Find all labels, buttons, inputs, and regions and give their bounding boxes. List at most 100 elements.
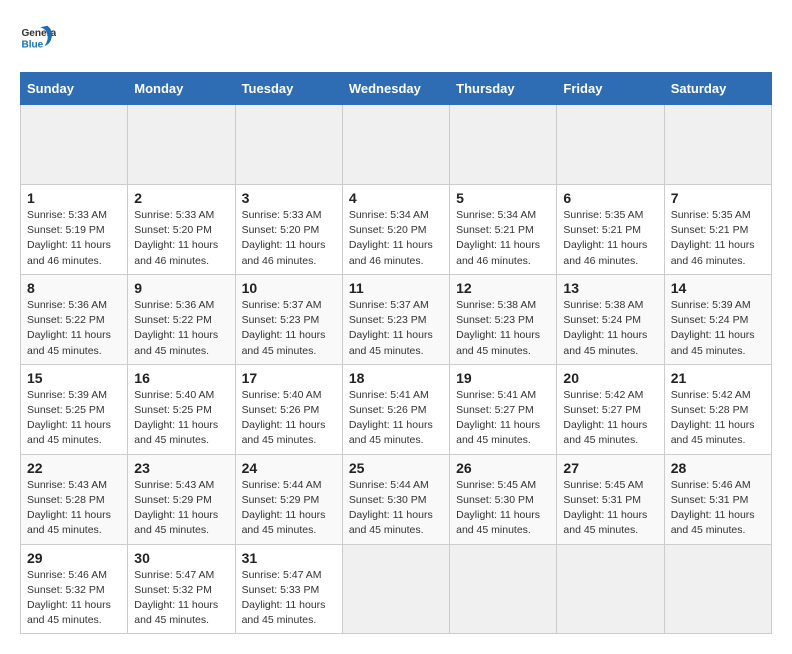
calendar-cell: 22 Sunrise: 5:43 AM Sunset: 5:28 PM Dayl… xyxy=(21,454,128,544)
calendar-cell xyxy=(235,105,342,185)
header-thursday: Thursday xyxy=(450,73,557,105)
header-tuesday: Tuesday xyxy=(235,73,342,105)
calendar-cell xyxy=(557,544,664,634)
svg-text:Blue: Blue xyxy=(21,39,43,50)
day-info: Sunrise: 5:41 AM Sunset: 5:27 PM Dayligh… xyxy=(456,388,550,449)
calendar-cell: 20 Sunrise: 5:42 AM Sunset: 5:27 PM Dayl… xyxy=(557,364,664,454)
day-number: 18 xyxy=(349,370,443,386)
calendar-cell: 8 Sunrise: 5:36 AM Sunset: 5:22 PM Dayli… xyxy=(21,274,128,364)
calendar-week-1 xyxy=(21,105,772,185)
day-info: Sunrise: 5:44 AM Sunset: 5:29 PM Dayligh… xyxy=(242,478,336,539)
day-number: 27 xyxy=(563,460,657,476)
calendar-cell: 23 Sunrise: 5:43 AM Sunset: 5:29 PM Dayl… xyxy=(128,454,235,544)
day-info: Sunrise: 5:34 AM Sunset: 5:20 PM Dayligh… xyxy=(349,208,443,269)
header-saturday: Saturday xyxy=(664,73,771,105)
day-info: Sunrise: 5:40 AM Sunset: 5:25 PM Dayligh… xyxy=(134,388,228,449)
calendar-cell: 24 Sunrise: 5:44 AM Sunset: 5:29 PM Dayl… xyxy=(235,454,342,544)
header-wednesday: Wednesday xyxy=(342,73,449,105)
calendar-cell: 4 Sunrise: 5:34 AM Sunset: 5:20 PM Dayli… xyxy=(342,185,449,275)
calendar-table: SundayMondayTuesdayWednesdayThursdayFrid… xyxy=(20,72,772,634)
calendar-cell: 19 Sunrise: 5:41 AM Sunset: 5:27 PM Dayl… xyxy=(450,364,557,454)
calendar-cell xyxy=(342,544,449,634)
calendar-cell: 12 Sunrise: 5:38 AM Sunset: 5:23 PM Dayl… xyxy=(450,274,557,364)
day-info: Sunrise: 5:36 AM Sunset: 5:22 PM Dayligh… xyxy=(134,298,228,359)
calendar-cell xyxy=(450,544,557,634)
day-info: Sunrise: 5:42 AM Sunset: 5:28 PM Dayligh… xyxy=(671,388,765,449)
calendar-week-6: 29 Sunrise: 5:46 AM Sunset: 5:32 PM Dayl… xyxy=(21,544,772,634)
day-info: Sunrise: 5:39 AM Sunset: 5:24 PM Dayligh… xyxy=(671,298,765,359)
day-info: Sunrise: 5:39 AM Sunset: 5:25 PM Dayligh… xyxy=(27,388,121,449)
day-info: Sunrise: 5:35 AM Sunset: 5:21 PM Dayligh… xyxy=(563,208,657,269)
header-friday: Friday xyxy=(557,73,664,105)
page-header: General Blue xyxy=(20,20,772,56)
day-number: 22 xyxy=(27,460,121,476)
day-number: 3 xyxy=(242,190,336,206)
header-monday: Monday xyxy=(128,73,235,105)
calendar-cell: 5 Sunrise: 5:34 AM Sunset: 5:21 PM Dayli… xyxy=(450,185,557,275)
calendar-cell xyxy=(664,105,771,185)
day-info: Sunrise: 5:45 AM Sunset: 5:30 PM Dayligh… xyxy=(456,478,550,539)
calendar-cell: 10 Sunrise: 5:37 AM Sunset: 5:23 PM Dayl… xyxy=(235,274,342,364)
day-number: 20 xyxy=(563,370,657,386)
day-info: Sunrise: 5:34 AM Sunset: 5:21 PM Dayligh… xyxy=(456,208,550,269)
day-number: 1 xyxy=(27,190,121,206)
calendar-cell xyxy=(557,105,664,185)
day-number: 7 xyxy=(671,190,765,206)
day-number: 10 xyxy=(242,280,336,296)
day-number: 17 xyxy=(242,370,336,386)
calendar-cell: 3 Sunrise: 5:33 AM Sunset: 5:20 PM Dayli… xyxy=(235,185,342,275)
calendar-cell: 25 Sunrise: 5:44 AM Sunset: 5:30 PM Dayl… xyxy=(342,454,449,544)
calendar-cell xyxy=(128,105,235,185)
calendar-cell: 6 Sunrise: 5:35 AM Sunset: 5:21 PM Dayli… xyxy=(557,185,664,275)
day-info: Sunrise: 5:38 AM Sunset: 5:23 PM Dayligh… xyxy=(456,298,550,359)
calendar-cell: 2 Sunrise: 5:33 AM Sunset: 5:20 PM Dayli… xyxy=(128,185,235,275)
calendar-cell xyxy=(450,105,557,185)
logo: General Blue xyxy=(20,20,56,56)
day-number: 16 xyxy=(134,370,228,386)
calendar-cell: 30 Sunrise: 5:47 AM Sunset: 5:32 PM Dayl… xyxy=(128,544,235,634)
calendar-cell: 9 Sunrise: 5:36 AM Sunset: 5:22 PM Dayli… xyxy=(128,274,235,364)
calendar-cell: 26 Sunrise: 5:45 AM Sunset: 5:30 PM Dayl… xyxy=(450,454,557,544)
day-info: Sunrise: 5:41 AM Sunset: 5:26 PM Dayligh… xyxy=(349,388,443,449)
day-number: 24 xyxy=(242,460,336,476)
calendar-cell: 7 Sunrise: 5:35 AM Sunset: 5:21 PM Dayli… xyxy=(664,185,771,275)
day-info: Sunrise: 5:36 AM Sunset: 5:22 PM Dayligh… xyxy=(27,298,121,359)
day-number: 12 xyxy=(456,280,550,296)
day-info: Sunrise: 5:44 AM Sunset: 5:30 PM Dayligh… xyxy=(349,478,443,539)
day-number: 21 xyxy=(671,370,765,386)
calendar-cell: 28 Sunrise: 5:46 AM Sunset: 5:31 PM Dayl… xyxy=(664,454,771,544)
day-info: Sunrise: 5:33 AM Sunset: 5:20 PM Dayligh… xyxy=(134,208,228,269)
day-number: 13 xyxy=(563,280,657,296)
day-info: Sunrise: 5:42 AM Sunset: 5:27 PM Dayligh… xyxy=(563,388,657,449)
day-number: 26 xyxy=(456,460,550,476)
day-number: 14 xyxy=(671,280,765,296)
calendar-cell: 13 Sunrise: 5:38 AM Sunset: 5:24 PM Dayl… xyxy=(557,274,664,364)
calendar-cell: 1 Sunrise: 5:33 AM Sunset: 5:19 PM Dayli… xyxy=(21,185,128,275)
day-info: Sunrise: 5:33 AM Sunset: 5:20 PM Dayligh… xyxy=(242,208,336,269)
day-info: Sunrise: 5:46 AM Sunset: 5:32 PM Dayligh… xyxy=(27,568,121,629)
day-info: Sunrise: 5:40 AM Sunset: 5:26 PM Dayligh… xyxy=(242,388,336,449)
calendar-cell: 18 Sunrise: 5:41 AM Sunset: 5:26 PM Dayl… xyxy=(342,364,449,454)
calendar-cell xyxy=(21,105,128,185)
day-number: 23 xyxy=(134,460,228,476)
day-info: Sunrise: 5:35 AM Sunset: 5:21 PM Dayligh… xyxy=(671,208,765,269)
day-info: Sunrise: 5:45 AM Sunset: 5:31 PM Dayligh… xyxy=(563,478,657,539)
day-number: 9 xyxy=(134,280,228,296)
calendar-header-row: SundayMondayTuesdayWednesdayThursdayFrid… xyxy=(21,73,772,105)
day-number: 5 xyxy=(456,190,550,206)
day-number: 25 xyxy=(349,460,443,476)
day-info: Sunrise: 5:43 AM Sunset: 5:28 PM Dayligh… xyxy=(27,478,121,539)
day-number: 31 xyxy=(242,550,336,566)
day-info: Sunrise: 5:46 AM Sunset: 5:31 PM Dayligh… xyxy=(671,478,765,539)
day-info: Sunrise: 5:38 AM Sunset: 5:24 PM Dayligh… xyxy=(563,298,657,359)
calendar-week-2: 1 Sunrise: 5:33 AM Sunset: 5:19 PM Dayli… xyxy=(21,185,772,275)
day-number: 4 xyxy=(349,190,443,206)
calendar-week-5: 22 Sunrise: 5:43 AM Sunset: 5:28 PM Dayl… xyxy=(21,454,772,544)
day-number: 8 xyxy=(27,280,121,296)
calendar-cell: 16 Sunrise: 5:40 AM Sunset: 5:25 PM Dayl… xyxy=(128,364,235,454)
day-info: Sunrise: 5:33 AM Sunset: 5:19 PM Dayligh… xyxy=(27,208,121,269)
calendar-cell: 14 Sunrise: 5:39 AM Sunset: 5:24 PM Dayl… xyxy=(664,274,771,364)
day-info: Sunrise: 5:37 AM Sunset: 5:23 PM Dayligh… xyxy=(349,298,443,359)
day-number: 11 xyxy=(349,280,443,296)
calendar-cell: 15 Sunrise: 5:39 AM Sunset: 5:25 PM Dayl… xyxy=(21,364,128,454)
